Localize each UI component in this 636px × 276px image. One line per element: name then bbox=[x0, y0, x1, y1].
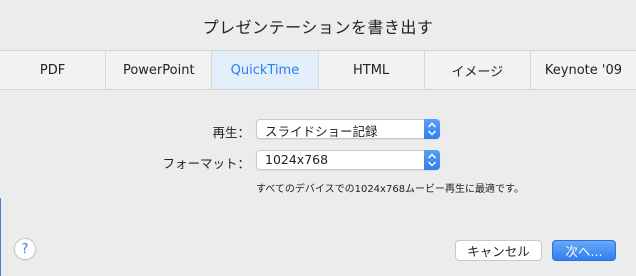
tab-powerpoint[interactable]: PowerPoint bbox=[106, 51, 213, 89]
tab-quicktime[interactable]: QuickTime bbox=[212, 51, 319, 89]
next-button[interactable]: 次へ... bbox=[552, 240, 616, 261]
playback-select-value: スライドショー記録 bbox=[265, 124, 378, 139]
playback-select[interactable]: スライドショー記録 bbox=[256, 119, 440, 139]
tab-html[interactable]: HTML bbox=[319, 51, 425, 89]
playback-label: 再生： bbox=[212, 125, 250, 140]
export-dialog: プレゼンテーションを書き出す PDF PowerPoint QuickTime … bbox=[0, 0, 636, 276]
cancel-button[interactable]: キャンセル bbox=[455, 240, 542, 261]
format-label: フォーマット： bbox=[162, 156, 250, 171]
help-icon[interactable]: ? bbox=[14, 238, 36, 260]
format-select-value: 1024x768 bbox=[265, 152, 329, 167]
tab-pdf[interactable]: PDF bbox=[0, 51, 107, 89]
select-stepper-icon bbox=[424, 119, 440, 139]
select-stepper-icon bbox=[424, 150, 440, 170]
tab-keynote-09[interactable]: Keynote '09 bbox=[531, 51, 636, 89]
format-tab-bar: PDF PowerPoint QuickTime HTML イメージ Keyno… bbox=[0, 50, 636, 90]
window-edge bbox=[0, 198, 1, 276]
format-select[interactable]: 1024x768 bbox=[256, 150, 440, 170]
format-description: すべてのデバイスでの1024x768ムービー再生に最適です。 bbox=[256, 184, 525, 195]
tab-image[interactable]: イメージ bbox=[425, 51, 531, 89]
dialog-title: プレゼンテーションを書き出す bbox=[202, 18, 434, 37]
